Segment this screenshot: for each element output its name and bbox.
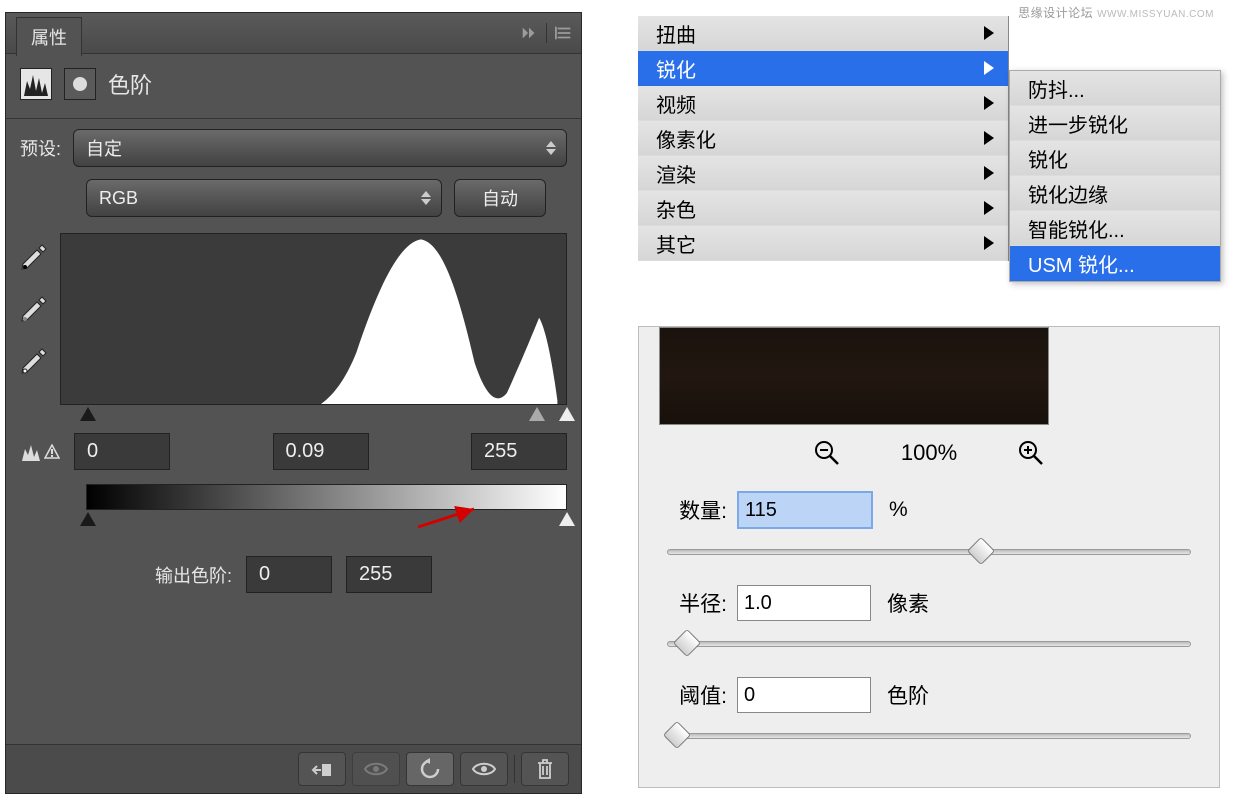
- collapse-icon[interactable]: [520, 24, 538, 42]
- amount-field[interactable]: [737, 491, 873, 529]
- usm-preview: [659, 327, 1049, 425]
- radius-label: 半径:: [663, 588, 727, 618]
- black-point-slider[interactable]: [80, 407, 96, 421]
- channel-row: RGB 自动: [6, 173, 581, 223]
- radius-field[interactable]: [737, 585, 871, 621]
- threshold-slider-thumb[interactable]: [663, 721, 691, 749]
- amount-slider[interactable]: [667, 541, 1191, 561]
- input-black-field[interactable]: 0: [74, 433, 170, 470]
- amount-slider-thumb[interactable]: [967, 537, 995, 565]
- main-menu-item[interactable]: 其它: [638, 226, 1008, 261]
- submenu-arrow-icon: [984, 26, 994, 40]
- sub-menu-item[interactable]: 锐化: [1010, 141, 1220, 176]
- channel-value: RGB: [99, 188, 138, 209]
- levels-properties-panel: 属性 色阶 预设: 自定 RGB 自动: [5, 12, 582, 794]
- preset-label: 预设:: [20, 135, 61, 161]
- panel-footer: [6, 744, 581, 793]
- threshold-field[interactable]: [737, 677, 871, 713]
- radius-unit: 像素: [887, 588, 929, 618]
- levels-icon: [20, 68, 52, 100]
- filter-main-menu: 扭曲锐化视频像素化渲染杂色其它: [638, 16, 1009, 261]
- submenu-arrow-icon: [984, 96, 994, 110]
- auto-button[interactable]: 自动: [454, 179, 546, 217]
- threshold-row: 阈值: 色阶: [639, 671, 1219, 719]
- submenu-arrow-icon: [984, 61, 994, 75]
- threshold-unit: 色阶: [887, 680, 929, 710]
- sub-menu-item[interactable]: USM 锐化...: [1010, 246, 1220, 281]
- preset-value: 自定: [86, 135, 122, 161]
- submenu-arrow-icon: [984, 236, 994, 250]
- output-black-slider[interactable]: [80, 512, 96, 526]
- amount-unit: %: [889, 498, 908, 522]
- white-point-slider[interactable]: [559, 407, 575, 421]
- output-white-field[interactable]: 255: [346, 556, 432, 593]
- sub-menu-item[interactable]: 锐化边缘: [1010, 176, 1220, 211]
- panel-header: 属性: [6, 13, 581, 54]
- input-slider-rail[interactable]: [86, 407, 567, 425]
- output-black-field[interactable]: 0: [246, 556, 332, 593]
- submenu-arrow-icon: [984, 131, 994, 145]
- preset-dropdown[interactable]: 自定: [73, 129, 567, 167]
- input-gamma-field[interactable]: 0.09: [273, 433, 369, 470]
- main-menu-item[interactable]: 锐化: [638, 51, 1008, 86]
- usm-sharpen-dialog: 100% 数量: % 半径: 像素 阈值: 色阶: [638, 326, 1220, 788]
- radius-row: 半径: 像素: [639, 579, 1219, 627]
- clip-to-layer-button[interactable]: [298, 752, 346, 786]
- filter-menu: 思缘设计论坛WWW.MISSYUAN.COM 扭曲锐化视频像素化渲染杂色其它 防…: [638, 16, 1218, 261]
- radius-slider[interactable]: [667, 633, 1191, 653]
- main-menu-item[interactable]: 视频: [638, 86, 1008, 121]
- clip-warning-icon[interactable]: [20, 441, 60, 463]
- output-white-slider[interactable]: [559, 512, 575, 526]
- radius-slider-thumb[interactable]: [673, 629, 701, 657]
- preset-row: 预设: 自定: [6, 123, 581, 173]
- eyedropper-white-icon[interactable]: [20, 347, 48, 375]
- eyedropper-black-icon[interactable]: [20, 243, 48, 271]
- input-white-field[interactable]: 255: [471, 433, 567, 470]
- adjustment-type-row: 色阶: [6, 54, 581, 114]
- submenu-arrow-icon: [984, 166, 994, 180]
- zoom-value: 100%: [901, 440, 957, 466]
- filter-sub-menu: 防抖...进一步锐化锐化锐化边缘智能锐化...USM 锐化...: [1009, 70, 1221, 282]
- amount-row: 数量: %: [639, 485, 1219, 535]
- sub-menu-item[interactable]: 进一步锐化: [1010, 106, 1220, 141]
- toggle-visibility-button[interactable]: [460, 752, 508, 786]
- amount-label: 数量:: [663, 495, 727, 525]
- main-menu-item[interactable]: 像素化: [638, 121, 1008, 156]
- main-menu-item[interactable]: 渲染: [638, 156, 1008, 191]
- panel-title-tab[interactable]: 属性: [16, 17, 82, 56]
- submenu-arrow-icon: [984, 201, 994, 215]
- zoom-out-icon[interactable]: [813, 439, 841, 467]
- histogram: [60, 233, 567, 405]
- threshold-slider[interactable]: [667, 725, 1191, 745]
- channel-dropdown[interactable]: RGB: [86, 179, 442, 217]
- output-slider-rail[interactable]: [86, 512, 567, 530]
- gamma-slider[interactable]: [529, 407, 545, 421]
- view-previous-button[interactable]: [352, 752, 400, 786]
- main-menu-item[interactable]: 杂色: [638, 191, 1008, 226]
- main-menu-item[interactable]: 扭曲: [638, 16, 1008, 51]
- threshold-label: 阈值:: [663, 680, 727, 710]
- delete-button[interactable]: [521, 752, 569, 786]
- sub-menu-item[interactable]: 防抖...: [1010, 71, 1220, 106]
- input-levels-row: 0 0.09 255: [6, 425, 581, 478]
- eyedropper-gray-icon[interactable]: [20, 295, 48, 323]
- mask-icon[interactable]: [64, 68, 96, 100]
- reset-button[interactable]: [406, 752, 454, 786]
- zoom-in-icon[interactable]: [1017, 439, 1045, 467]
- panel-menu-icon[interactable]: [555, 24, 573, 42]
- sub-menu-item[interactable]: 智能锐化...: [1010, 211, 1220, 246]
- output-gradient: [86, 484, 567, 510]
- adjustment-title: 色阶: [108, 68, 152, 100]
- zoom-row: 100%: [639, 425, 1219, 485]
- output-levels-row: 输出色阶: 0 255: [6, 530, 581, 603]
- output-label: 输出色阶:: [155, 562, 232, 588]
